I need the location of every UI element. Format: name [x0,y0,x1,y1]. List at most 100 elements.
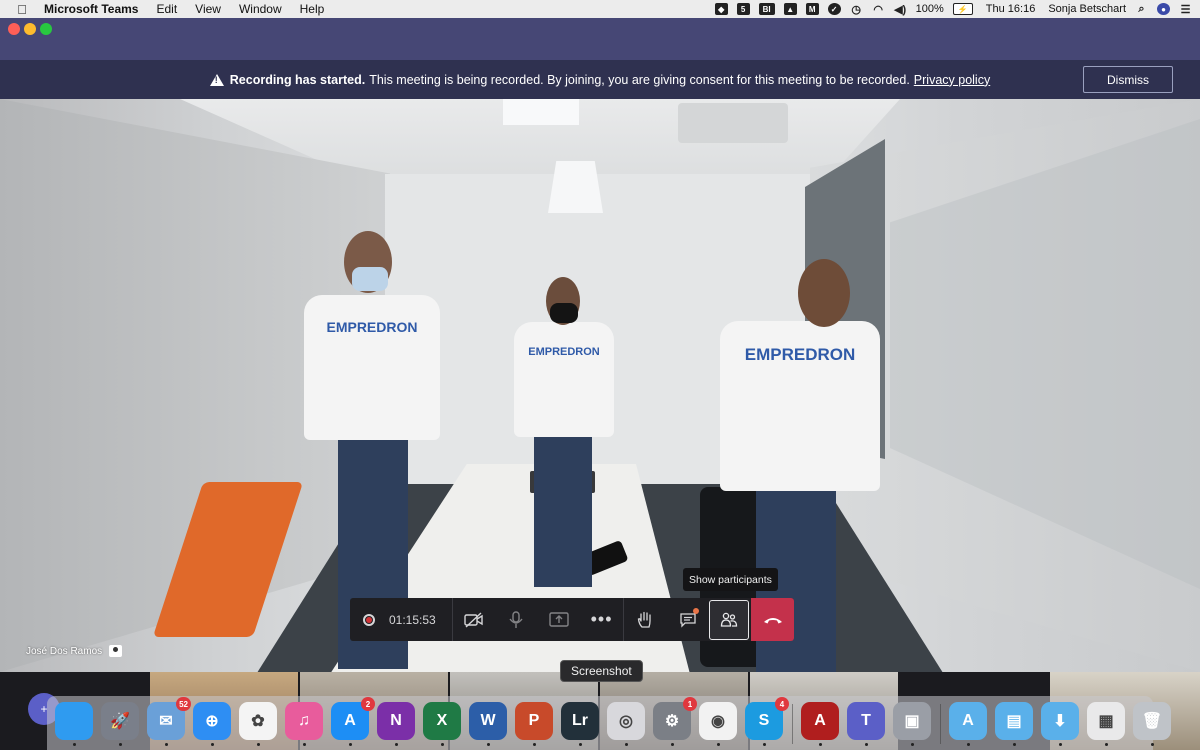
wifi-icon[interactable]: ◠ [872,3,885,16]
menu-clock[interactable]: Thu 16:16 [986,3,1036,15]
dock-running-indicator [579,743,582,746]
dock-applications-folder-icon[interactable]: A [949,702,987,740]
dock-presentation-stack-icon[interactable]: ▦ [1087,702,1125,740]
dock-app-store-icon[interactable]: A2 [331,697,375,740]
dock-running-indicator [73,743,76,746]
record-icon [363,613,375,626]
menu-view[interactable]: View [195,2,221,16]
dock-itunes-icon[interactable]: ♫ [285,702,323,740]
dock-running-indicator [349,743,352,746]
menu-status-area: ◆ 5 BI ▲ M ✓ ◷ ◠ ◀) 100% ⚡ Thu 16:16 Son… [714,0,1192,18]
dock-documents-folder-icon[interactable]: ▤ [995,702,1033,740]
shirt-text-3: EMPREDRON [744,345,856,364]
recording-started-label: Recording has started. [229,72,366,87]
dock-skype-icon[interactable]: S4 [745,697,789,740]
participant-name-tag: José Dos Ramos [26,645,123,657]
menu-window[interactable]: Window [239,2,282,16]
siri-icon[interactable]: ● [1157,3,1170,15]
hang-up-button[interactable] [751,598,794,641]
recording-indicator: 01:15:53 [350,598,452,641]
apple-menu-icon[interactable]:  [0,2,44,17]
dock-safari-icon[interactable]: ⊕ [193,702,231,740]
control-center-icon[interactable]: ☰ [1179,3,1192,16]
participants-button-wrap [709,598,750,641]
dropbox-icon[interactable]: ◆ [714,3,728,15]
menu-app-name[interactable]: Microsoft Teams [44,2,138,16]
dock-word-icon[interactable]: W [469,702,507,740]
dock-onenote-icon[interactable]: N [377,702,415,740]
dock-running-indicator [533,743,536,746]
camera-toggle-button[interactable] [453,598,496,641]
dock-separator [792,704,793,744]
dock-running-indicator [441,743,444,746]
dock-screenshot-icon[interactable]: ◎ [607,702,645,740]
call-controls-bar: 01:15:53 ••• [350,598,794,641]
macos-menu-bar:  Microsoft Teams Edit View Window Help … [0,0,1200,18]
dock-downloads-folder-icon[interactable]: ⬇ [1041,702,1079,740]
mute-button[interactable] [495,598,538,641]
pendant-light [548,161,603,213]
dock-running-indicator [165,743,168,746]
hang-up-icon [763,617,782,623]
privacy-policy-link[interactable]: Privacy policy [914,73,990,87]
menu-help[interactable]: Help [300,2,325,16]
dismiss-button[interactable]: Dismiss [1083,66,1173,93]
recording-consent-text: This meeting is being recorded. By joini… [369,72,910,87]
dock-system-preferences-badge: 1 [683,697,697,711]
camera-off-icon [464,611,483,628]
close-window-button[interactable] [8,23,20,35]
menu-edit[interactable]: Edit [156,2,177,16]
more-actions-button[interactable]: ••• [580,598,623,641]
dock-preview-icon[interactable]: ▣ [893,702,931,740]
menu-user[interactable]: Sonja Betschart [1048,3,1126,15]
dock-launchpad-icon[interactable]: 🚀 [101,702,139,740]
bi-icon[interactable]: BI [758,3,775,15]
dock-finder-icon[interactable] [55,702,93,740]
person-center: EMPREDRON [512,277,617,587]
show-participants-button[interactable] [709,599,750,640]
shirt-text: EMPREDRON [326,319,418,335]
dock-trash-icon[interactable]: 🗑 [1133,702,1171,740]
malwarebytes-icon[interactable]: M [805,3,819,15]
dock-mail-icon[interactable]: ✉ 52 [147,697,191,740]
unread-chat-dot [693,608,700,614]
dock-mail-badge: 52 [176,697,191,711]
dock-acrobat-icon[interactable]: A [801,702,839,740]
chat-button[interactable] [666,598,709,641]
zoom-window-button[interactable] [40,23,52,35]
volume-icon[interactable]: ◀) [894,3,907,16]
check-icon[interactable]: ✓ [827,3,841,15]
minimize-window-button[interactable] [24,23,36,35]
search-icon[interactable]: ⌕ [1135,3,1148,15]
dock-running-indicator [865,743,868,746]
dock-photos-icon[interactable]: ✿ [239,702,277,740]
dock-system-preferences-icon[interactable]: ⚙ 1 [653,697,697,740]
ceiling-vent [678,103,788,143]
participants-icon [720,612,738,627]
participant-name: José Dos Ramos [26,645,103,657]
dock-running-indicator [625,743,628,746]
raise-hand-button[interactable] [624,598,667,641]
battery-icon[interactable]: ⚡ [952,3,973,15]
chat-icon [679,612,696,628]
dock-excel-icon[interactable]: X [423,702,461,740]
dock-running-indicator [487,743,490,746]
dock-running-indicator [395,743,398,746]
more-icon: ••• [590,609,613,629]
teams-window:  Microsoft Teams Edit View Window Help … [0,0,1200,750]
main-video-feed[interactable]: EMPREDRON EMPREDRON EMPREDRON José Dos R… [0,99,1200,672]
dock-running-indicator [763,743,766,746]
dock-lightroom-icon[interactable]: Lr [561,702,599,740]
call-timer: 01:15:53 [389,612,436,627]
dock-powerpoint-icon[interactable]: P [515,702,553,740]
app-5-icon[interactable]: 5 [736,3,750,15]
share-screen-button[interactable] [538,598,581,641]
time-machine-icon[interactable]: ◷ [850,3,863,16]
dock-chrome-icon[interactable]: ◉ [699,702,737,740]
dock-separator [940,704,941,744]
dock-teams-icon[interactable]: T [847,702,885,740]
dock-running-indicator [819,743,822,746]
raise-hand-icon [637,611,651,628]
dock-running-indicator [1013,743,1016,746]
triangle-icon[interactable]: ▲ [783,3,797,15]
